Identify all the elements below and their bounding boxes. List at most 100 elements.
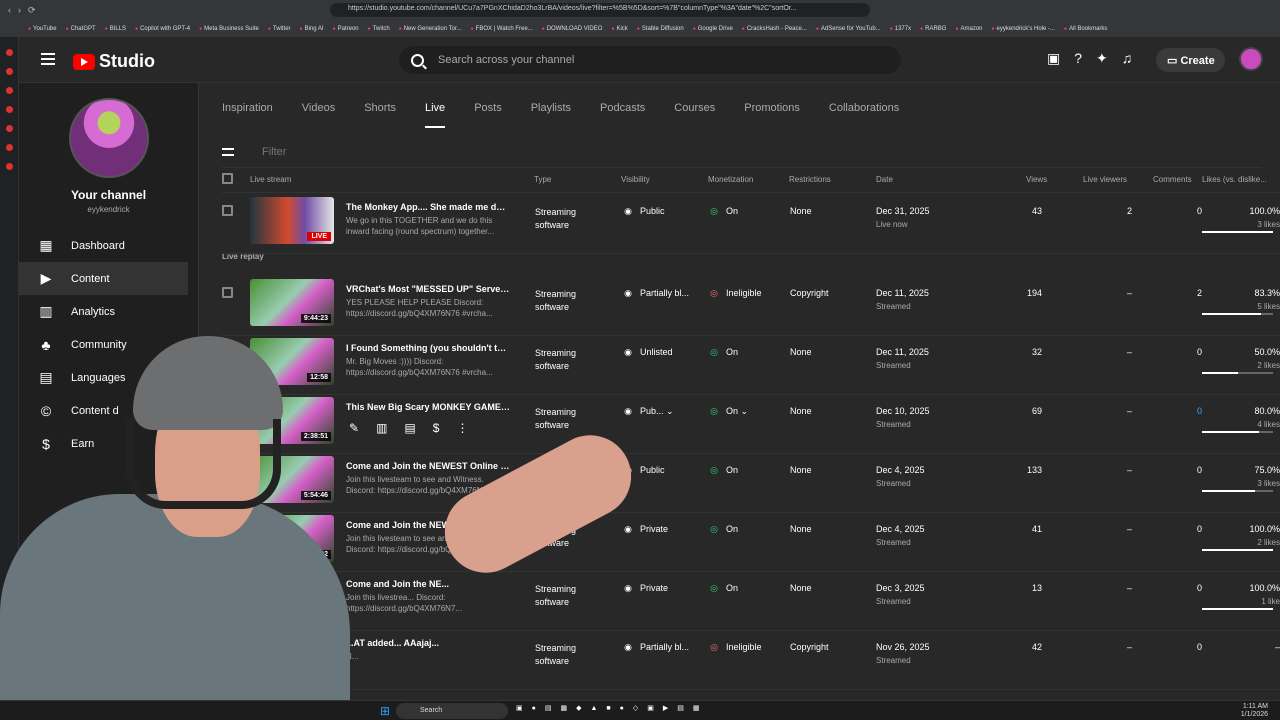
create-button[interactable]: ▭ Create xyxy=(1156,48,1225,72)
video-title[interactable]: ...AT added... AAajaj... xyxy=(346,638,510,648)
browser-navigation[interactable]: ‹ › ⟳ xyxy=(0,5,56,16)
sidebar-item-dashboard[interactable]: ▦ Dashboard xyxy=(19,229,198,262)
visibility-cell[interactable]: ◉ Unlisted xyxy=(622,347,702,358)
bookmark-item[interactable]: BILLS xyxy=(105,26,126,32)
filter-input[interactable]: Filter xyxy=(262,146,286,158)
bookmark-item[interactable]: DOWNLOAD VIDEO xyxy=(542,26,603,32)
browser-vertical-tabs[interactable] xyxy=(0,37,19,700)
row-checkbox[interactable] xyxy=(222,346,233,357)
analytics-icon[interactable]: ▥ xyxy=(376,421,387,435)
column-header[interactable]: Visibility xyxy=(621,175,650,184)
tab-live[interactable]: Live xyxy=(425,102,446,128)
tab-shorts[interactable]: Shorts xyxy=(364,102,396,128)
video-thumbnail[interactable]: 9:44:23 xyxy=(250,279,334,326)
monetization-cell[interactable]: ◎ On xyxy=(708,206,783,217)
sparkle-icon[interactable]: ✦ xyxy=(1096,50,1108,67)
bookmark-item[interactable]: All Bookmarks xyxy=(1064,26,1107,32)
bookmark-item[interactable]: AdSense for YouTub... xyxy=(816,26,881,32)
tab-collaborations[interactable]: Collaborations xyxy=(829,102,899,128)
notifications-icon[interactable]: ♫ xyxy=(1122,50,1133,67)
bookmark-item[interactable]: Twitter xyxy=(268,26,291,32)
sidebar-item-languages[interactable]: ▤ Languages xyxy=(19,361,198,394)
row-checkbox[interactable] xyxy=(222,641,233,652)
row-checkbox[interactable] xyxy=(222,464,233,475)
sidebar-item-community[interactable]: ♣ Community xyxy=(19,328,198,361)
visibility-cell[interactable]: ◉ Public xyxy=(622,206,702,217)
table-row[interactable]: 9:44:23 VRChat's Most "MESSED UP" Server… xyxy=(222,277,1280,336)
tab-videos[interactable]: Videos xyxy=(302,102,335,128)
video-thumbnail[interactable] xyxy=(250,574,334,621)
monetization-cell[interactable]: ◎ On xyxy=(708,465,783,476)
column-header[interactable]: Type xyxy=(534,175,551,184)
monetization-cell[interactable]: ◎ On xyxy=(708,347,783,358)
row-checkbox[interactable] xyxy=(222,582,233,593)
column-header[interactable]: Restrictions xyxy=(789,175,831,184)
visibility-cell[interactable]: ◉ Pub... ⌄ xyxy=(622,406,702,417)
table-row[interactable]: 22 Come and Join the NEWEST Online V... … xyxy=(222,513,1280,572)
select-all-checkbox[interactable] xyxy=(222,173,233,184)
windows-start-icon[interactable]: ⊞ xyxy=(380,704,390,718)
visibility-cell[interactable]: ◉ Private xyxy=(622,524,702,535)
tab-posts[interactable]: Posts xyxy=(474,102,502,128)
channel-title[interactable]: Your channel xyxy=(19,188,198,202)
taskbar-app-icons[interactable]: ▣●▤▦◆▲■●◇▣▶▤▦ xyxy=(516,704,708,712)
account-avatar[interactable] xyxy=(1239,47,1263,71)
visibility-cell[interactable]: ◉ Partially bl... xyxy=(622,288,702,299)
help-icon[interactable]: ? xyxy=(1074,50,1082,67)
taskbar-clock[interactable]: 1:11 AM 1/1/2026 xyxy=(1241,703,1268,719)
bookmark-item[interactable]: eyykendrick's Hole -... xyxy=(992,26,1056,32)
bookmark-item[interactable]: FBOX | Watch Free... xyxy=(471,26,533,32)
tab-courses[interactable]: Courses xyxy=(674,102,715,128)
chevron-down-icon[interactable]: ⌄ xyxy=(666,406,674,416)
bookmark-item[interactable]: Meta Business Suite xyxy=(199,26,259,32)
bookmark-item[interactable]: CracksHash - Peace... xyxy=(742,26,807,32)
video-title[interactable]: Come and Join the NE... xyxy=(346,579,510,589)
monetization-icon[interactable]: $ xyxy=(433,421,440,435)
search-input[interactable]: Search across your channel xyxy=(399,46,901,74)
filter-icon[interactable] xyxy=(222,147,234,156)
more-options-icon[interactable]: ⋮ xyxy=(456,421,468,435)
monetization-cell[interactable]: ◎ On ⌄ xyxy=(708,406,783,417)
monetization-cell[interactable]: ◎ On xyxy=(708,583,783,594)
bookmark-item[interactable]: RARBG xyxy=(920,26,946,32)
table-row[interactable]: 5:54:46 Come and Join the NEWEST Online … xyxy=(222,454,1280,513)
back-icon[interactable]: ‹ xyxy=(8,5,11,16)
monetization-cell[interactable]: ◎ On xyxy=(708,524,783,535)
bookmark-item[interactable]: Kick xyxy=(611,26,627,32)
bookmark-item[interactable]: Patreon xyxy=(333,26,359,32)
table-row[interactable]: 2:38:51 This New Big Scary MONKEY GAME c… xyxy=(222,395,1280,454)
column-header[interactable]: Comments xyxy=(1153,175,1192,184)
column-header[interactable]: Date xyxy=(876,175,893,184)
video-thumbnail[interactable]: 12:58 xyxy=(250,338,334,385)
tab-promotions[interactable]: Promotions xyxy=(744,102,800,128)
row-checkbox[interactable] xyxy=(222,405,233,416)
row-checkbox[interactable] xyxy=(222,287,233,298)
taskbar-search[interactable]: Search xyxy=(396,703,508,719)
video-title[interactable]: I Found Something (you shouldn't talk ..… xyxy=(346,343,510,353)
column-header[interactable]: Monetization xyxy=(708,175,753,184)
bookmark-item[interactable]: Copilot with GPT-4 xyxy=(135,26,190,32)
video-thumbnail[interactable] xyxy=(250,633,334,680)
tab-playlists[interactable]: Playlists xyxy=(531,102,571,128)
bookmark-item[interactable]: Twitch xyxy=(368,26,390,32)
table-row[interactable]: Come and Join the NE... Join this livest… xyxy=(222,572,1280,631)
visibility-cell[interactable]: ◉ Public xyxy=(622,465,702,476)
tab-podcasts[interactable]: Podcasts xyxy=(600,102,645,128)
reload-icon[interactable]: ⟳ xyxy=(28,5,36,16)
monetization-cell[interactable]: ◎ Ineligible xyxy=(708,288,783,299)
sidebar-item-content[interactable]: ▶ Content xyxy=(19,262,188,295)
monetization-cell[interactable]: ◎ Ineligible xyxy=(708,642,783,653)
bookmark-item[interactable]: New Generation Tor... xyxy=(399,26,462,32)
video-thumbnail[interactable]: LIVE xyxy=(250,197,334,244)
table-row[interactable]: ...AT added... AAajaj... N... Streaming … xyxy=(222,631,1280,690)
menu-icon[interactable] xyxy=(41,53,55,65)
sidebar-item-analytics[interactable]: ▥ Analytics xyxy=(19,295,198,328)
column-header[interactable]: Live stream xyxy=(250,175,291,184)
bookmark-item[interactable]: Google Drive xyxy=(693,26,733,32)
visibility-cell[interactable]: ◉ Private xyxy=(622,583,702,594)
video-title[interactable]: Come and Join the NEWEST Online V... xyxy=(346,520,510,530)
bookmark-item[interactable]: YouTube xyxy=(28,26,57,32)
channel-avatar[interactable] xyxy=(68,98,149,178)
feedback-icon[interactable]: ▣ xyxy=(1047,50,1060,67)
row-checkbox[interactable] xyxy=(222,205,233,216)
